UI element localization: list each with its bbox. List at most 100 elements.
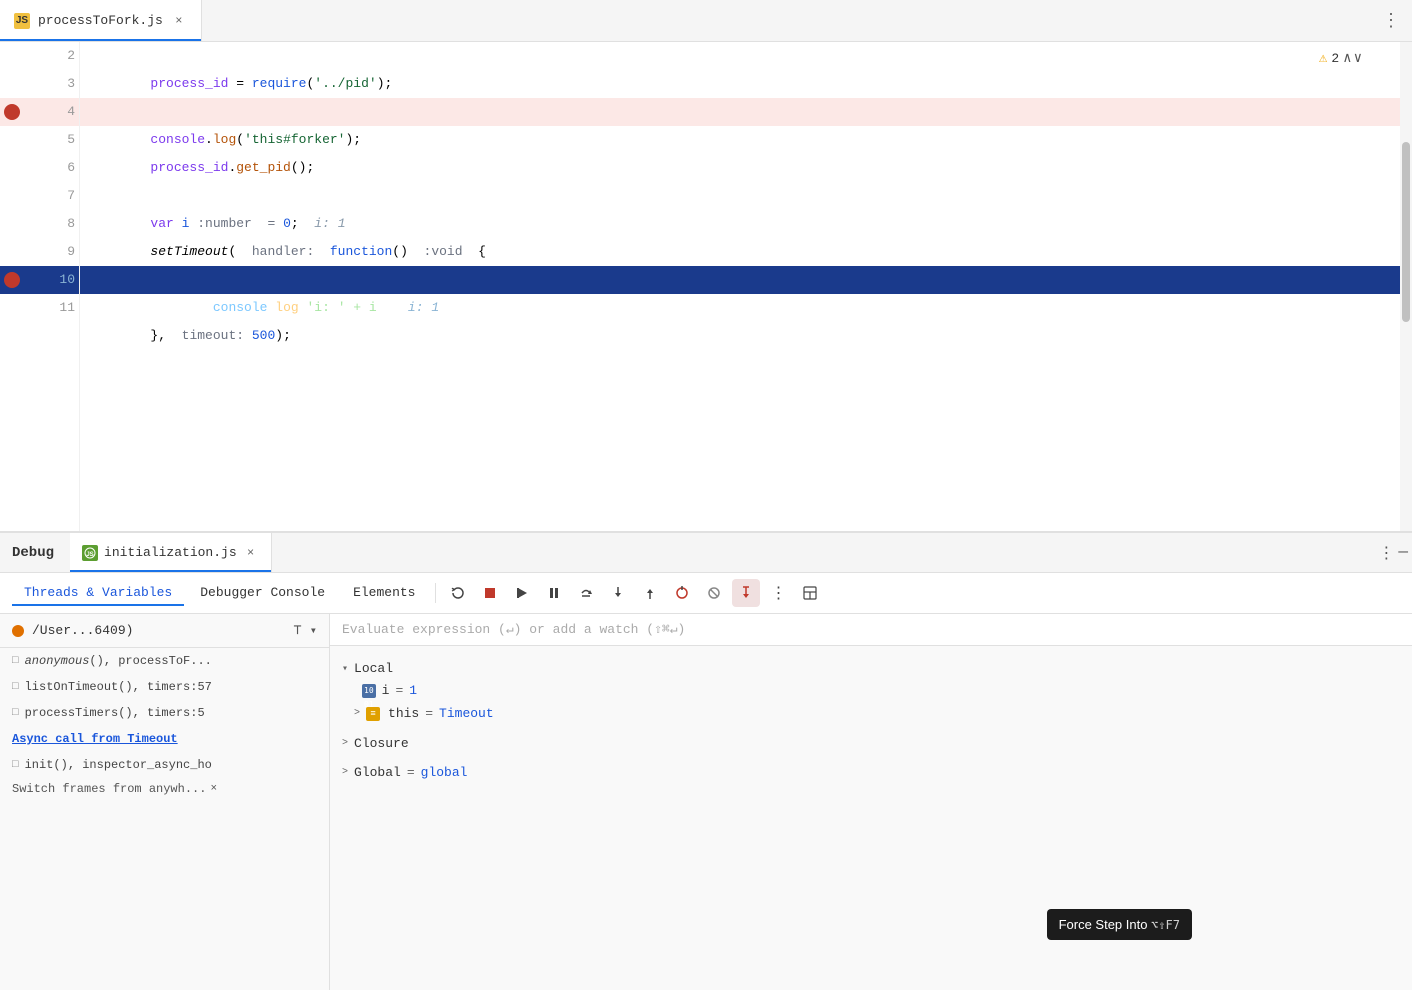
debug-left-panel: /User...6409) ⊤ ▾ □ anonymous(), process… (0, 614, 330, 990)
stack-frame-label-2: processTimers(), timers:5 (25, 706, 205, 720)
code-line-4: console.log('this#forker'); (80, 98, 1400, 126)
breakpoint-4[interactable] (4, 104, 20, 120)
tab-bar: JS processToFork.js × ⋮ (0, 0, 1412, 42)
this-obj-icon: ≡ (366, 707, 380, 721)
step-out-button[interactable] (636, 579, 664, 607)
editor-area: ⚠ 2 ∧ ∨ 2 3 4 5 (0, 42, 1412, 532)
code-line-6 (80, 154, 1400, 182)
tab-threads-vars[interactable]: Threads & Variables (12, 581, 184, 606)
resume-button[interactable] (508, 579, 536, 607)
switch-frames-label: Switch frames from anywh... (12, 782, 206, 796)
global-section-header[interactable]: > Global = global (342, 762, 1400, 783)
stack-frame-init[interactable]: □ init(), inspector_async_ho (0, 752, 329, 778)
debug-tab-more: ⋮ — (1378, 543, 1408, 563)
gutter-line-7: 7 (0, 182, 79, 210)
this-label: this (388, 706, 419, 721)
code-line-10: console.log('i: ' + i); i: 1 (80, 266, 1400, 294)
stack-frame-label-0: anonymous(), processToF... (25, 654, 212, 668)
stack-frame-listontimeout[interactable]: □ listOnTimeout(), timers:57 (0, 674, 329, 700)
code-line-3 (80, 70, 1400, 98)
run-to-cursor-button[interactable] (668, 579, 696, 607)
debug-tab-bar: Debug JS initialization.js × ⋮ — (0, 533, 1412, 573)
int-type-icon: 1001 (362, 684, 376, 698)
this-arrow: > (354, 708, 360, 719)
code-line-9: i = i + 1; (80, 238, 1400, 266)
global-section: > Global = global (330, 758, 1412, 787)
closure-arrow: > (342, 738, 348, 749)
disable-breakpoints-button[interactable] (700, 579, 728, 607)
tab-debugger-console[interactable]: Debugger Console (188, 581, 337, 606)
stack-frame-icon-2: □ (12, 707, 19, 719)
toolbar-more-button[interactable]: ⋮ (764, 579, 792, 607)
tab-elements[interactable]: Elements (341, 581, 427, 606)
var-i-value: 1 (409, 683, 417, 698)
scrollbar-thumb[interactable] (1402, 142, 1410, 322)
toolbar-separator-1 (435, 583, 436, 603)
file-tab[interactable]: JS processToFork.js × (0, 0, 202, 41)
force-step-into-button[interactable] (732, 579, 760, 607)
eval-placeholder: Evaluate expression (↵) or add a watch (… (342, 622, 685, 637)
global-label: Global (354, 765, 401, 780)
gutter-line-4: 4 (0, 98, 79, 126)
debug-panel: Debug JS initialization.js × ⋮ — Threads… (0, 532, 1412, 990)
global-value: global (421, 765, 468, 780)
breakpoint-10[interactable] (4, 272, 20, 288)
svg-text:JS: JS (86, 552, 93, 558)
thread-name: /User...6409) (32, 623, 285, 638)
stop-button[interactable] (476, 579, 504, 607)
gutter-line-8: 8 (0, 210, 79, 238)
switch-frames-area: Switch frames from anywh... × (0, 778, 329, 800)
code-line-2: process_id = require('../pid'); (80, 42, 1400, 70)
local-section: ▾ Local 1001 i = 1 > ≡ this = Timeou (330, 654, 1412, 729)
gutter-line-2: 2 (0, 42, 79, 70)
restart-button[interactable] (444, 579, 472, 607)
switch-frames-close[interactable]: × (210, 783, 217, 795)
tab-filename: processToFork.js (38, 13, 163, 28)
stack-frame-icon-1: □ (12, 681, 19, 693)
closure-section: > Closure (330, 729, 1412, 758)
debug-minimize-button[interactable]: — (1398, 543, 1408, 563)
stack-frame-icon-0: □ (12, 655, 19, 667)
closure-section-header[interactable]: > Closure (342, 733, 1400, 754)
thread-chevron[interactable]: ▾ (310, 623, 317, 638)
thread-status-dot (12, 625, 24, 637)
debug-more-button[interactable]: ⋮ (1378, 543, 1394, 563)
step-over-button[interactable] (572, 579, 600, 607)
gutter-line-9: 9 (0, 238, 79, 266)
debug-tab-close[interactable]: × (243, 545, 259, 561)
gutter-line-6: 6 (0, 154, 79, 182)
code-line-5: process_id.get_pid(); (80, 126, 1400, 154)
code-line-7: var i :number = 0; i: 1 (80, 182, 1400, 210)
thread-filter-button[interactable]: ⊤ (293, 622, 301, 639)
debug-file-tab[interactable]: JS initialization.js × (70, 533, 272, 572)
stack-frame-processtimers[interactable]: □ processTimers(), timers:5 (0, 700, 329, 726)
eval-bar[interactable]: Evaluate expression (↵) or add a watch (… (330, 614, 1412, 646)
js-icon: JS (14, 13, 30, 29)
stack-frame-label-1: listOnTimeout(), timers:57 (25, 680, 212, 694)
tab-more-button[interactable]: ⋮ (1382, 10, 1400, 32)
tab-close-button[interactable]: × (171, 13, 187, 29)
gutter-line-11: 11 (0, 294, 79, 322)
debug-filename: initialization.js (104, 545, 237, 560)
stack-frame-icon-3: □ (12, 759, 19, 771)
local-arrow: ▾ (342, 663, 348, 675)
local-section-header[interactable]: ▾ Local (342, 658, 1400, 679)
stack-list: □ anonymous(), processToF... □ listOnTim… (0, 648, 329, 990)
var-this[interactable]: > ≡ this = Timeout (342, 702, 1400, 725)
code-lines: process_id = require('../pid'); console.… (80, 42, 1400, 531)
async-call-link[interactable]: Async call from Timeout (0, 726, 329, 752)
code-line-8: setTimeout( handler: function() :void { (80, 210, 1400, 238)
step-into-button[interactable] (604, 579, 632, 607)
editor-scrollbar[interactable] (1400, 42, 1412, 531)
gutter: 2 3 4 5 6 7 8 (0, 42, 80, 531)
pause-button[interactable] (540, 579, 568, 607)
closure-label: Closure (354, 736, 409, 751)
gutter-line-3: 3 (0, 70, 79, 98)
stack-frame-anonymous[interactable]: □ anonymous(), processToF... (0, 648, 329, 674)
debug-label: Debug (12, 533, 70, 572)
code-container: 2 3 4 5 6 7 8 (0, 42, 1412, 531)
code-line-11: }, timeout: 500); (80, 294, 1400, 322)
layout-button[interactable] (796, 579, 824, 607)
thread-header: /User...6409) ⊤ ▾ (0, 614, 329, 648)
gutter-line-5: 5 (0, 126, 79, 154)
